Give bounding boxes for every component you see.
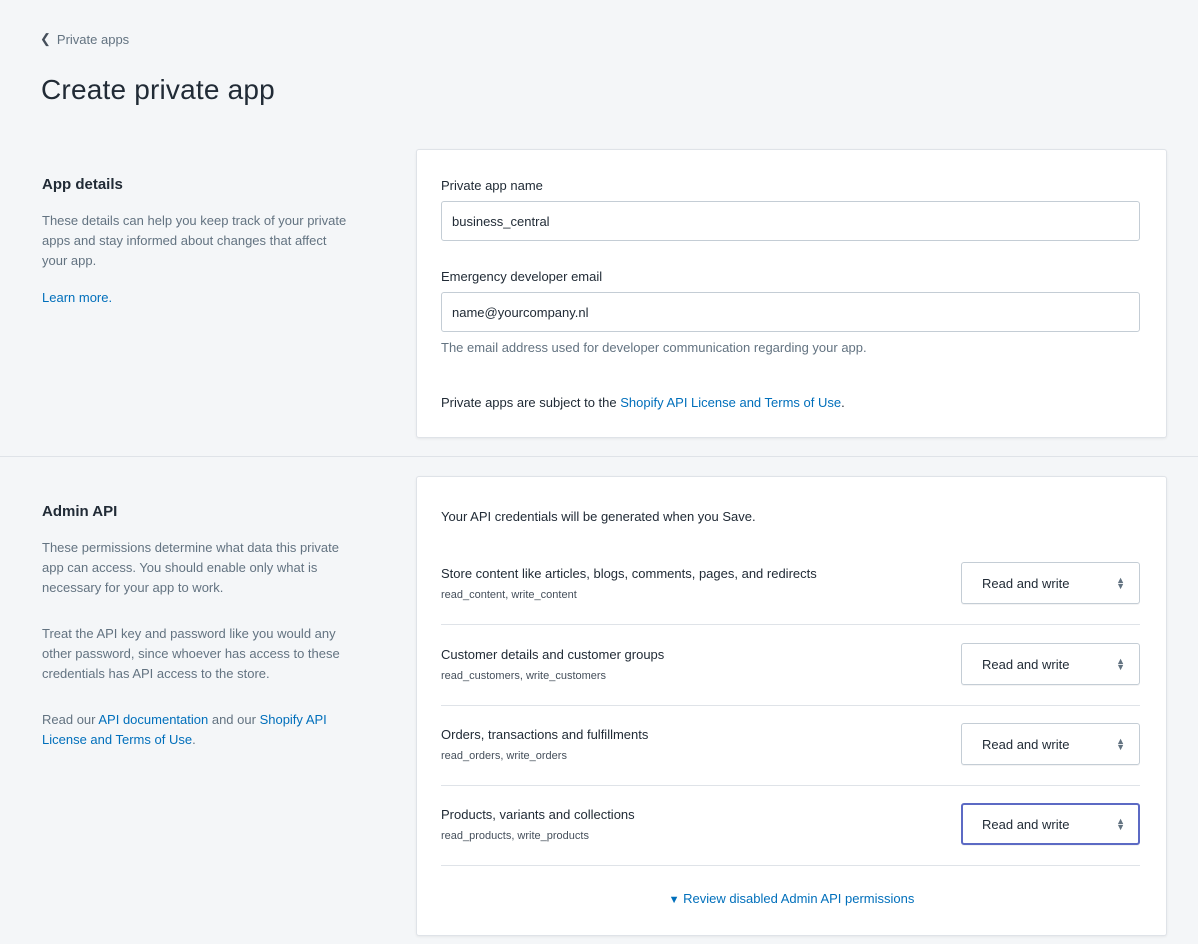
app-details-card: Private app name business_central Emerge… <box>416 149 1167 438</box>
breadcrumb-label[interactable]: Private apps <box>57 32 129 47</box>
admin-api-read-docs: Read our API documentation and our Shopi… <box>42 710 342 750</box>
learn-more-link[interactable]: Learn more. <box>42 290 112 305</box>
section-divider <box>0 456 1198 457</box>
app-details-description: App details These details can help you k… <box>42 176 352 307</box>
private-app-name-input[interactable]: business_central <box>441 201 1140 241</box>
read-suffix: . <box>192 732 196 747</box>
admin-api-text-2: Treat the API key and password like you … <box>42 626 340 681</box>
admin-api-description: Admin API These permissions determine wh… <box>42 503 342 768</box>
app-details-text: These details can help you keep track of… <box>42 213 347 268</box>
permission-access-select[interactable]: Read and write ▲ ▼ <box>961 643 1140 685</box>
select-arrows-icon: ▲ ▼ <box>1116 575 1125 591</box>
chevron-left-icon: ❮ <box>40 31 51 46</box>
select-arrows-icon: ▲ ▼ <box>1116 656 1125 672</box>
api-documentation-link[interactable]: API documentation <box>98 712 208 727</box>
developer-email-input[interactable]: name@yourcompany.nl <box>441 292 1140 332</box>
terms-link[interactable]: Shopify API License and Terms of Use <box>620 395 841 410</box>
permission-row: Products, variants and collections read_… <box>441 803 1140 866</box>
terms-notice: Private apps are subject to the Shopify … <box>441 395 845 410</box>
select-arrows-icon: ▲ ▼ <box>1116 816 1125 832</box>
permission-access-select[interactable]: Read and write ▲ ▼ <box>961 562 1140 604</box>
permission-title: Store content like articles, blogs, comm… <box>441 566 817 581</box>
permission-row: Store content like articles, blogs, comm… <box>441 562 1140 625</box>
admin-api-text-1: These permissions determine what data th… <box>42 540 339 595</box>
credentials-note: Your API credentials will be generated w… <box>441 509 756 524</box>
permission-title: Customer details and customer groups <box>441 647 665 662</box>
select-arrows-icon: ▲ ▼ <box>1116 736 1125 752</box>
read-prefix: Read our <box>42 712 99 727</box>
select-value: Read and write <box>982 816 1070 832</box>
permission-access-select[interactable]: Read and write ▲ ▼ <box>961 723 1140 765</box>
permission-access-select[interactable]: Read and write ▲ ▼ <box>961 803 1140 845</box>
app-details-heading: App details <box>42 176 123 193</box>
permission-scopes: read_content, write_content <box>441 589 577 601</box>
developer-email-label: Emergency developer email <box>441 269 603 284</box>
admin-api-card: Your API credentials will be generated w… <box>416 476 1167 936</box>
permission-scopes: read_orders, write_orders <box>441 750 567 762</box>
triangle-down-icon: ▼ <box>668 894 680 906</box>
terms-suffix: . <box>841 395 845 410</box>
select-value: Read and write <box>982 575 1070 591</box>
permission-scopes: read_products, write_products <box>441 830 589 842</box>
read-middle: and our <box>208 712 260 727</box>
permission-title: Orders, transactions and fulfillments <box>441 727 649 742</box>
developer-email-help: The email address used for developer com… <box>441 340 867 355</box>
private-app-name-label: Private app name <box>441 178 543 193</box>
review-disabled-permissions[interactable]: ▼ Review disabled Admin API permissions <box>417 891 1166 906</box>
breadcrumb[interactable]: ❮ Private apps <box>40 31 129 47</box>
permission-scopes: read_customers, write_customers <box>441 670 607 682</box>
permission-row: Customer details and customer groups rea… <box>441 643 1140 706</box>
admin-api-heading: Admin API <box>42 503 118 520</box>
page-title: Create private app <box>41 74 275 105</box>
select-value: Read and write <box>982 656 1070 672</box>
select-value: Read and write <box>982 736 1070 752</box>
review-disabled-link[interactable]: Review disabled Admin API permissions <box>683 891 914 906</box>
terms-prefix: Private apps are subject to the <box>441 395 621 410</box>
permission-title: Products, variants and collections <box>441 807 635 822</box>
permission-row: Orders, transactions and fulfillments re… <box>441 723 1140 786</box>
